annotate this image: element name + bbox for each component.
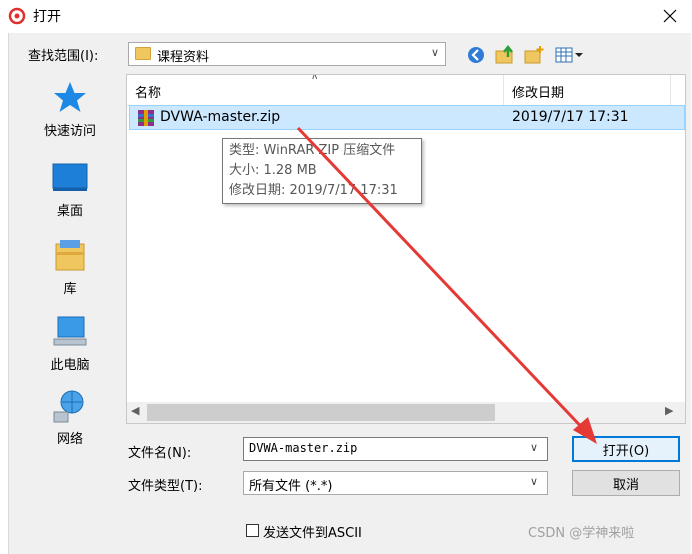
title-bar: 打开 xyxy=(0,0,692,32)
place-label: 此电脑 xyxy=(50,358,90,373)
winrar-archive-icon xyxy=(137,109,155,127)
chevron-down-icon[interactable]: ∨ xyxy=(530,441,538,454)
filetype-select[interactable]: 所有文件 (*.*) xyxy=(243,471,548,495)
scroll-right-icon[interactable]: ▶ xyxy=(665,404,673,417)
place-library[interactable]: 库 xyxy=(22,238,118,297)
file-list[interactable]: 名称 ∧ 修改日期 DVWA-master.zip 2019/7/17 17:3… xyxy=(126,74,686,424)
filetype-label: 文件类型(T): xyxy=(128,479,203,494)
place-label: 库 xyxy=(63,282,77,297)
lookin-dropdown[interactable]: 课程资料 ∨ xyxy=(128,42,446,66)
view-menu-button[interactable] xyxy=(553,43,585,67)
tooltip-size: 大小: 1.28 MB xyxy=(229,163,317,178)
place-quick-access[interactable]: 快速访问 xyxy=(22,80,118,139)
library-icon xyxy=(50,238,90,274)
star-icon xyxy=(50,80,90,116)
chevron-down-icon[interactable]: ∨ xyxy=(530,475,538,488)
place-network[interactable]: 网络 xyxy=(22,388,118,447)
column-divider[interactable] xyxy=(670,75,671,105)
file-name: DVWA-master.zip xyxy=(160,109,281,125)
place-this-pc[interactable]: 此电脑 xyxy=(22,314,118,373)
ascii-checkbox[interactable] xyxy=(246,524,259,537)
up-folder-icon xyxy=(495,45,513,64)
list-header: 名称 ∧ 修改日期 xyxy=(127,75,685,106)
place-label: 快速访问 xyxy=(43,124,96,139)
horizontal-scrollbar[interactable]: ◀ ▶ xyxy=(127,402,685,423)
back-arrow-icon xyxy=(468,47,484,63)
place-label: 网络 xyxy=(56,432,83,447)
close-icon xyxy=(663,9,677,23)
folder-icon xyxy=(135,47,151,60)
place-label: 桌面 xyxy=(56,204,83,219)
tooltip-type: 类型: WinRAR ZIP 压缩文件 xyxy=(229,143,396,158)
sort-ascending-icon: ∧ xyxy=(311,74,319,82)
watermark: CSDN @学神来啦 xyxy=(528,526,635,541)
column-header-date[interactable]: 修改日期 xyxy=(512,82,564,101)
new-folder-icon xyxy=(524,46,544,64)
new-folder-button[interactable] xyxy=(522,43,546,67)
close-button[interactable] xyxy=(656,2,684,30)
cancel-button[interactable]: 取消 xyxy=(572,470,680,496)
view-menu-icon xyxy=(555,47,583,63)
open-button[interactable]: 打开(O) xyxy=(572,436,680,462)
file-tooltip: 类型: WinRAR ZIP 压缩文件 大小: 1.28 MB 修改日期: 20… xyxy=(222,138,422,204)
ascii-checkbox-label[interactable]: 发送文件到ASCII xyxy=(263,522,362,541)
tooltip-modified: 修改日期: 2019/7/17 17:31 xyxy=(229,183,398,198)
filename-input[interactable]: DVWA-master.zip xyxy=(243,437,548,461)
file-date: 2019/7/17 17:31 xyxy=(512,109,629,125)
lookin-label: 查找范围(I): xyxy=(28,49,99,64)
scroll-left-icon[interactable]: ◀ xyxy=(131,404,139,417)
column-divider[interactable] xyxy=(503,75,504,105)
back-button[interactable] xyxy=(464,43,488,67)
place-desktop[interactable]: 桌面 xyxy=(22,160,118,219)
lookin-value: 课程资料 xyxy=(157,50,210,65)
network-icon xyxy=(50,388,90,424)
scrollbar-thumb[interactable] xyxy=(147,404,495,421)
places-bar: 快速访问 桌面 库 此电脑 网络 xyxy=(22,74,118,514)
desktop-icon xyxy=(50,160,90,196)
app-logo-icon xyxy=(8,7,26,25)
up-folder-button[interactable] xyxy=(493,43,517,67)
chevron-down-icon: ∨ xyxy=(430,46,439,59)
column-header-name[interactable]: 名称 xyxy=(135,82,161,101)
computer-icon xyxy=(50,314,90,350)
filename-label: 文件名(N): xyxy=(128,446,192,461)
file-row[interactable]: DVWA-master.zip 2019/7/17 17:31 xyxy=(129,105,685,130)
window-title: 打开 xyxy=(33,9,61,25)
